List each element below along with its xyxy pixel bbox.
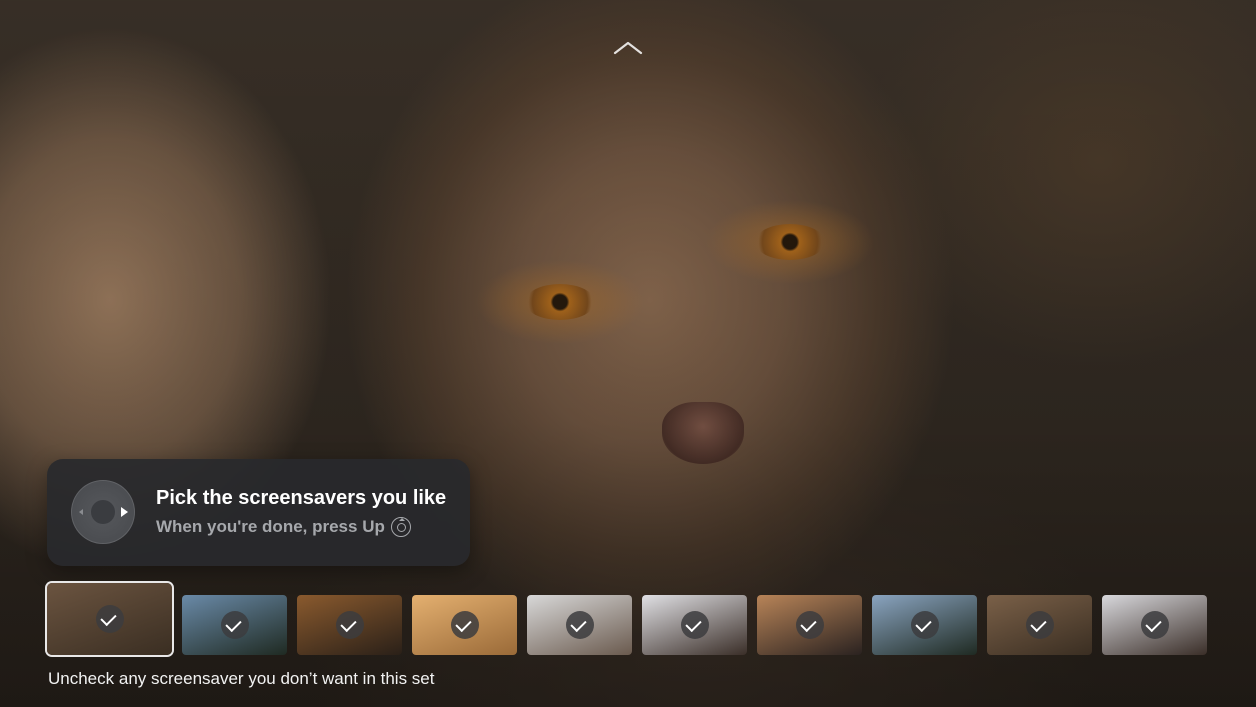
- up-button-icon: [390, 517, 411, 537]
- screensaver-thumbnail[interactable]: [47, 583, 172, 655]
- instruction-caption: Uncheck any screensaver you don’t want i…: [48, 669, 435, 688]
- checkmark-icon: [680, 611, 709, 639]
- screensaver-thumbnail[interactable]: [527, 595, 632, 655]
- hint-subtitle: When you're done, press Up: [156, 517, 385, 536]
- screensaver-thumbnail[interactable]: [642, 595, 747, 655]
- checkmark-icon: [910, 611, 939, 639]
- checkmark-icon: [565, 611, 594, 639]
- checkmark-icon: [1140, 611, 1169, 639]
- screensaver-thumbnail[interactable]: [182, 595, 287, 655]
- hint-subtitle-row: When you're done, press Up: [156, 517, 411, 537]
- screensaver-thumbnail[interactable]: [987, 595, 1092, 655]
- remote-dpad-icon: [71, 480, 135, 544]
- screensaver-thumbnail[interactable]: [412, 595, 517, 655]
- chevron-up-icon[interactable]: [613, 40, 643, 56]
- screensaver-thumbnail[interactable]: [1102, 595, 1207, 655]
- checkmark-icon: [95, 605, 124, 633]
- checkmark-icon: [1025, 611, 1054, 639]
- checkmark-icon: [335, 611, 364, 639]
- dpad-center: [91, 500, 115, 524]
- screensaver-thumbnail[interactable]: [872, 595, 977, 655]
- checkmark-icon: [795, 611, 824, 639]
- hint-title: Pick the screensavers you like: [156, 487, 447, 509]
- dpad-left-arrow: [79, 509, 83, 515]
- screensaver-thumbnail[interactable]: [297, 595, 402, 655]
- screensaver-thumbnail[interactable]: [757, 595, 862, 655]
- dpad-right-arrow: [121, 507, 128, 517]
- checkmark-icon: [220, 611, 249, 639]
- checkmark-icon: [450, 611, 479, 639]
- hint-card: Pick the screensavers you like When you'…: [47, 459, 470, 566]
